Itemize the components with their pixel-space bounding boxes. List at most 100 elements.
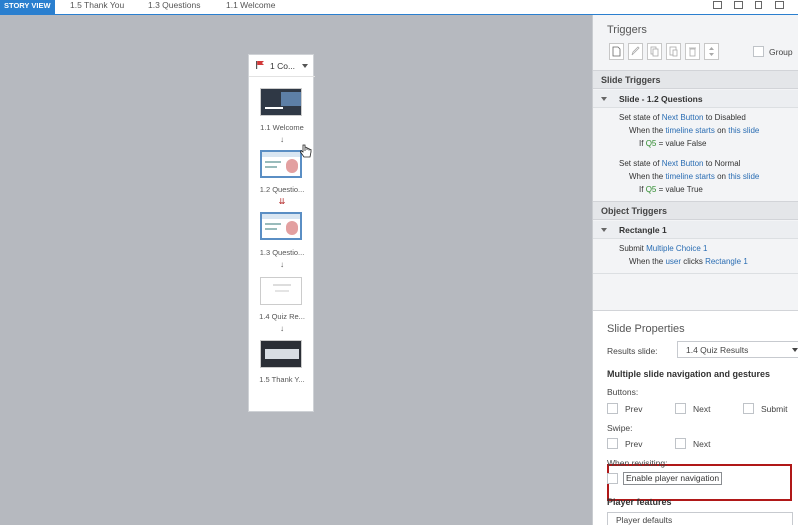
restore-icon[interactable]: [775, 1, 784, 9]
divider: [593, 273, 798, 274]
player-features-heading: Player features: [607, 497, 672, 507]
trigger-who-link[interactable]: user: [665, 257, 681, 266]
slide-triggers-header[interactable]: Slide Triggers: [593, 70, 798, 89]
trigger-event-link[interactable]: timeline starts: [665, 126, 714, 135]
slide-properties-title: Slide Properties: [607, 323, 685, 335]
swipe-next-label: Next: [693, 439, 711, 449]
tab-thank-you[interactable]: 1.5 Thank You: [66, 0, 128, 14]
slide-label: 1.3 Questio...: [259, 248, 305, 257]
enable-player-navigation-checkbox[interactable]: [607, 473, 618, 484]
trigger-text: If: [639, 185, 644, 194]
trigger-target-link[interactable]: this slide: [728, 126, 759, 135]
arrow-down-icon: ↓: [280, 260, 284, 269]
slide-thumbnail-quiz-results[interactable]: [260, 277, 302, 305]
trigger-target-link[interactable]: this slide: [728, 172, 759, 181]
group-label: Group: [769, 47, 793, 57]
trigger-object-link[interactable]: Next Button: [662, 159, 704, 168]
new-trigger-button[interactable]: [609, 43, 624, 60]
prev-button-checkbox[interactable]: [607, 403, 618, 414]
object-group-label: Rectangle 1: [619, 225, 667, 235]
swipe-prev-checkbox[interactable]: [607, 438, 618, 449]
right-panel: Triggers Group Slide Triggers Slide - 1.…: [592, 15, 798, 525]
scene-panel[interactable]: 1 Co... 1.1 Welcome ↓ 1.2 Questio... ⇊ 1…: [248, 54, 315, 412]
trigger-1-condition[interactable]: If Q5 = value False: [639, 139, 706, 148]
tab-story-view[interactable]: STORY VIEW: [0, 0, 55, 14]
slide-thumbnail-welcome[interactable]: [260, 88, 302, 116]
slide-thumbnail-questions-2[interactable]: [260, 212, 302, 240]
paste-trigger-button[interactable]: [666, 43, 681, 60]
trigger-text: When the: [629, 257, 664, 266]
arrow-down-icon: ↓: [280, 135, 284, 144]
swipe-label: Swipe:: [607, 423, 633, 433]
navigation-heading: Multiple slide navigation and gestures: [607, 369, 771, 379]
condition-value: False: [686, 139, 707, 148]
copy-icon: [650, 46, 659, 57]
trigger-3-when[interactable]: When the user clicks Rectangle 1: [629, 257, 748, 266]
story-canvas[interactable]: 1 Co... 1.1 Welcome ↓ 1.2 Questio... ⇊ 1…: [0, 15, 592, 525]
results-slide-value: 1.4 Quiz Results: [686, 345, 749, 355]
trigger-text: Submit: [619, 244, 644, 253]
slide-properties-panel: Slide Properties Results slide: 1.4 Quiz…: [593, 310, 798, 525]
chevron-down-icon[interactable]: [792, 348, 798, 352]
tab-welcome[interactable]: 1.1 Welcome: [222, 0, 279, 14]
trigger-target-link[interactable]: Rectangle 1: [705, 257, 748, 266]
swipe-next-checkbox[interactable]: [675, 438, 686, 449]
copy-trigger-button[interactable]: [647, 43, 662, 60]
player-features-dropdown[interactable]: Player defaults: [607, 512, 793, 525]
flag-icon: [256, 61, 264, 69]
collapse-triangle-icon[interactable]: [601, 97, 607, 101]
tab-questions[interactable]: 1.3 Questions: [144, 0, 204, 14]
slide-triggers-label: Slide Triggers: [601, 75, 661, 85]
results-slide-dropdown[interactable]: 1.4 Quiz Results: [677, 341, 798, 358]
when-revisiting-label: When revisiting:: [607, 458, 668, 468]
trigger-object-link[interactable]: Multiple Choice 1: [646, 244, 707, 253]
scene-title: 1 Co...: [270, 61, 296, 71]
move-trigger-button[interactable]: [704, 43, 719, 60]
hand-cursor-icon: [300, 144, 312, 158]
trigger-text: to Normal: [705, 159, 741, 168]
slide-thumbnail-thank-you[interactable]: [260, 340, 302, 368]
delete-trigger-button[interactable]: [685, 43, 700, 60]
object-triggers-label: Object Triggers: [601, 206, 668, 216]
object-triggers-header[interactable]: Object Triggers: [593, 201, 798, 220]
slide-thumbnail-questions-1[interactable]: [260, 150, 302, 178]
up-down-arrows-icon: [709, 47, 714, 56]
object-trigger-group[interactable]: Rectangle 1: [593, 221, 798, 239]
collapse-triangle-icon[interactable]: [601, 228, 607, 232]
phone-icon[interactable]: [755, 1, 762, 9]
buttons-label: Buttons:: [607, 387, 639, 397]
trigger-text: Set state of: [619, 159, 660, 168]
next-button-checkbox[interactable]: [675, 403, 686, 414]
trigger-2-when[interactable]: When the timeline starts on this slide: [629, 172, 759, 181]
slide-label: 1.1 Welcome: [260, 123, 304, 132]
trigger-1-when[interactable]: When the timeline starts on this slide: [629, 126, 759, 135]
trigger-event-link[interactable]: timeline starts: [665, 172, 714, 181]
scene-header[interactable]: 1 Co...: [249, 55, 315, 77]
prev-label: Prev: [625, 404, 643, 414]
variable-name[interactable]: Q5: [646, 139, 657, 148]
trigger-text: When the: [629, 172, 664, 181]
trigger-object-link[interactable]: Next Button: [662, 113, 704, 122]
monitor-icon[interactable]: [713, 1, 722, 9]
chevron-down-icon[interactable]: [302, 64, 308, 68]
trigger-3-action[interactable]: Submit Multiple Choice 1: [619, 244, 708, 253]
trigger-2-action[interactable]: Set state of Next Button to Normal: [619, 159, 740, 168]
submit-button-checkbox[interactable]: [743, 403, 754, 414]
trigger-text: clicks: [683, 257, 703, 266]
trigger-text: = value: [658, 185, 685, 194]
trigger-text: Set state of: [619, 113, 660, 122]
group-checkbox[interactable]: [753, 46, 764, 57]
tablet-icon[interactable]: [734, 1, 743, 9]
paste-icon: [669, 46, 678, 57]
variable-name[interactable]: Q5: [646, 185, 657, 194]
condition-value: True: [686, 185, 703, 194]
slide-group-label: Slide - 1.2 Questions: [619, 94, 703, 104]
top-tab-bar: STORY VIEW 1.5 Thank You 1.3 Questions 1…: [0, 0, 798, 15]
edit-trigger-button[interactable]: [628, 43, 643, 60]
slide-label: 1.5 Thank Y...: [259, 375, 305, 384]
trigger-2-condition[interactable]: If Q5 = value True: [639, 185, 703, 194]
enable-player-navigation-label[interactable]: Enable player navigation: [623, 472, 723, 485]
pencil-icon: [631, 46, 640, 56]
trigger-1-action[interactable]: Set state of Next Button to Disabled: [619, 113, 746, 122]
slide-trigger-group[interactable]: Slide - 1.2 Questions: [593, 90, 798, 108]
